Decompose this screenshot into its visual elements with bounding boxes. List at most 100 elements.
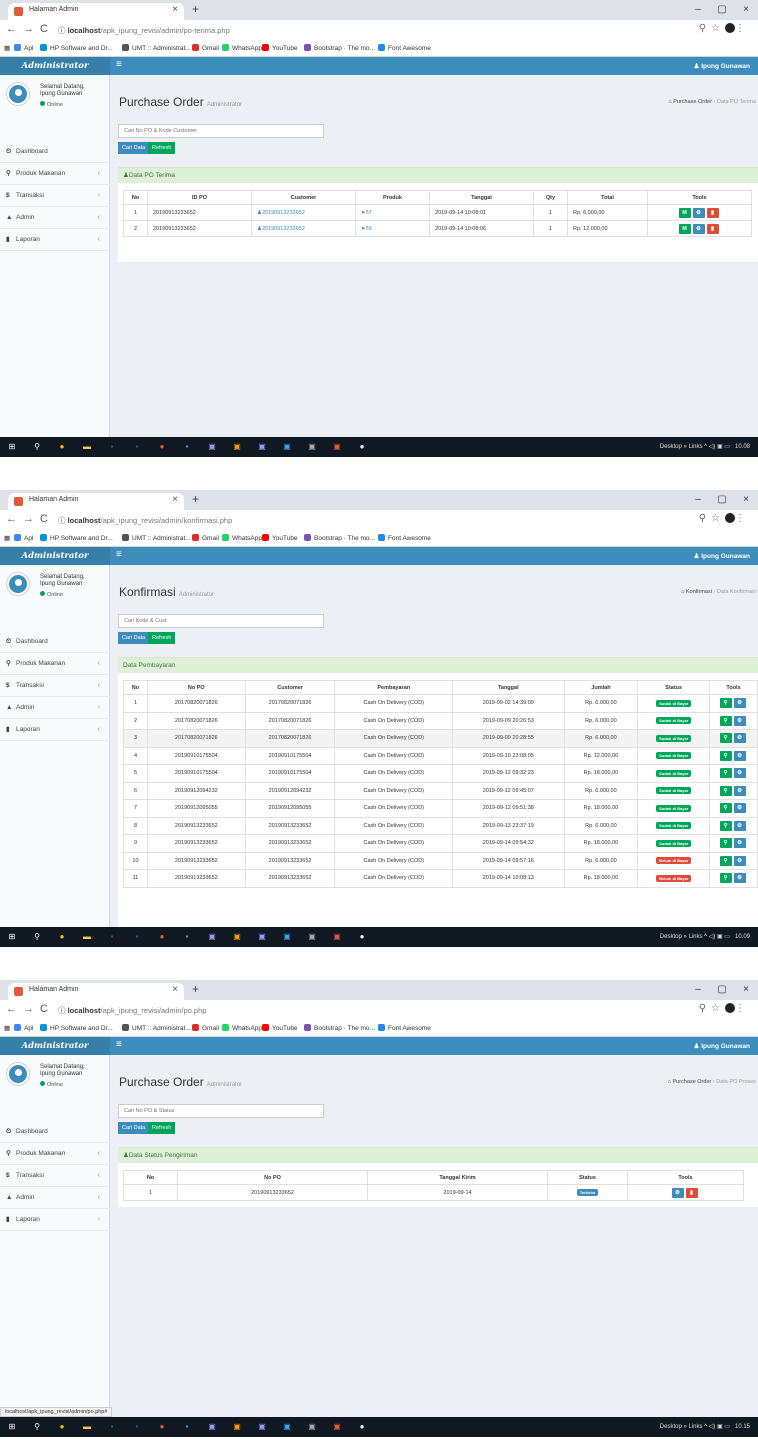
maximize-button[interactable]: ▢ [710, 490, 734, 510]
premiere-icon[interactable]: ▣ [206, 441, 218, 453]
user-menu[interactable]: ♟ Ipung Gunawan [694, 62, 750, 70]
bookmark-item[interactable]: HP Software and Dr... [40, 1024, 113, 1032]
aftereffects-icon[interactable]: ▣ [256, 1421, 268, 1433]
photoshop-icon[interactable]: ▣ [281, 1421, 293, 1433]
chrome-icon[interactable]: ● [56, 1421, 68, 1433]
app-icon[interactable]: ▪ [181, 931, 193, 943]
refresh-button[interactable]: Refresh [148, 1122, 176, 1134]
user-menu[interactable]: ♟ Ipung Gunawan [694, 1042, 750, 1050]
edit-icon[interactable]: ⚙ [733, 873, 746, 884]
customer-link[interactable]: ♟20190913233652 [257, 210, 305, 216]
photoshop-icon[interactable]: ▣ [281, 441, 293, 453]
start-icon[interactable]: ⊞ [6, 441, 18, 453]
volume-icon[interactable]: ◁) [709, 1424, 716, 1430]
search-button[interactable]: Cari Data [118, 142, 150, 154]
bookmark-item[interactable]: Font Awesome [378, 534, 431, 542]
bookmark-item[interactable]: Gmail [192, 44, 219, 52]
search-icon[interactable]: ⚲ [31, 1421, 43, 1433]
explorer-icon[interactable]: ▬ [81, 1421, 93, 1433]
browser-tab[interactable]: Halaman Admin × [8, 983, 184, 1000]
zoom-icon[interactable]: ⚲ [699, 1003, 711, 1014]
bookmark-item[interactable]: Bootstrap · The mo... [304, 44, 375, 52]
refresh-button[interactable]: Refresh [148, 632, 176, 644]
apps-grid-icon[interactable]: ▦ [4, 44, 10, 52]
nav-buttons[interactable]: ←→C [6, 513, 54, 525]
edit-icon[interactable]: ⚙ [733, 698, 746, 709]
refresh-button[interactable]: Refresh [148, 142, 176, 154]
window-close-button[interactable]: × [734, 0, 758, 20]
nav-buttons[interactable]: ←→C [6, 23, 54, 35]
delete-icon[interactable]: ▮ [685, 1187, 698, 1198]
zoom-icon[interactable]: ⚲ [699, 513, 711, 524]
app-icon[interactable]: ● [156, 931, 168, 943]
sidebar-item[interactable]: $ Transaksi ‹ [0, 185, 110, 207]
star-icon[interactable]: ☆ [711, 1003, 725, 1014]
close-tab-icon[interactable]: × [172, 984, 178, 995]
edit-icon[interactable]: ⚙ [733, 855, 746, 866]
bookmark-item[interactable]: UMT :: Administrat... [122, 44, 191, 52]
sidebar-item[interactable]: ▮ Laporan ‹ [0, 229, 110, 251]
search-button[interactable]: Cari Data [118, 632, 150, 644]
chevron-up-icon[interactable]: ^ [704, 934, 707, 940]
new-tab-button[interactable]: + [192, 492, 199, 506]
delete-icon[interactable]: ▮ [706, 223, 719, 234]
app-icon[interactable]: ● [356, 931, 368, 943]
clock[interactable]: 10.15 [735, 1424, 750, 1430]
app-logo[interactable]: Administrator [0, 1037, 110, 1055]
app-icon[interactable]: ▣ [331, 441, 343, 453]
edit-icon[interactable]: ⚙ [692, 207, 705, 218]
app-logo[interactable]: Administrator [0, 547, 110, 565]
edit-icon[interactable]: ⚙ [692, 223, 705, 234]
view-icon[interactable]: ⚲ [719, 855, 732, 866]
app-icon[interactable]: ▣ [331, 931, 343, 943]
url-field[interactable]: ⓘ localhost/apk_ipung_revisi/admin/konfi… [58, 515, 232, 526]
view-icon[interactable]: ⚲ [719, 715, 732, 726]
view-icon[interactable]: ⚲ [719, 733, 732, 744]
user-menu[interactable]: ♟ Ipung Gunawan [694, 552, 750, 560]
edit-icon[interactable]: ⚙ [733, 750, 746, 761]
edit-icon[interactable]: ⚙ [671, 1187, 684, 1198]
bookmark-item[interactable]: Gmail [192, 1024, 219, 1032]
bookmark-item[interactable]: YouTube [262, 44, 298, 52]
bookmark-item[interactable]: YouTube [262, 534, 298, 542]
app-icon[interactable]: ● [156, 441, 168, 453]
excel-icon[interactable]: ▪ [106, 931, 118, 943]
proses-button[interactable]: M [678, 223, 691, 234]
edit-icon[interactable]: ⚙ [733, 838, 746, 849]
edit-icon[interactable]: ⚙ [733, 768, 746, 779]
clock[interactable]: 10.08 [735, 444, 750, 450]
bookmark-item[interactable]: UMT :: Administrat... [122, 534, 191, 542]
window-close-button[interactable]: × [734, 490, 758, 510]
delete-icon[interactable]: ▮ [706, 207, 719, 218]
search-input[interactable] [118, 1104, 324, 1118]
sidebar-item[interactable]: ⏲ Dashboard [0, 141, 110, 163]
minimize-button[interactable]: – [686, 980, 710, 1000]
search-button[interactable]: Cari Data [118, 1122, 150, 1134]
word-icon[interactable]: ▪ [131, 931, 143, 943]
minimize-button[interactable]: – [686, 0, 710, 20]
apps-grid-icon[interactable]: ▦ [4, 534, 10, 542]
view-icon[interactable]: ⚲ [719, 803, 732, 814]
view-icon[interactable]: ⚲ [719, 820, 732, 831]
view-icon[interactable]: ⚲ [719, 785, 732, 796]
excel-icon[interactable]: ▪ [106, 441, 118, 453]
illustrator-icon[interactable]: ▣ [231, 441, 243, 453]
sidebar-item[interactable]: ▮ Laporan ‹ [0, 1209, 110, 1231]
bookmark-item[interactable]: Font Awesome [378, 44, 431, 52]
word-icon[interactable]: ▪ [131, 441, 143, 453]
search-icon[interactable]: ⚲ [31, 441, 43, 453]
bookmark-item[interactable]: WhatsApp [222, 44, 262, 52]
edit-icon[interactable]: ⚙ [733, 715, 746, 726]
browser-tab[interactable]: Halaman Admin × [8, 3, 184, 20]
bookmark-item[interactable]: Bootstrap · The mo... [304, 534, 375, 542]
edit-icon[interactable]: ⚙ [733, 733, 746, 744]
view-icon[interactable]: ⚲ [719, 750, 732, 761]
illustrator-icon[interactable]: ▣ [231, 1421, 243, 1433]
sidebar-item[interactable]: $ Transaksi ‹ [0, 1165, 110, 1187]
bookmark-item[interactable]: Apl [14, 534, 33, 542]
profile-icon[interactable] [725, 23, 735, 34]
profile-icon[interactable] [725, 513, 735, 524]
bookmark-item[interactable]: UMT :: Administrat... [122, 1024, 191, 1032]
notification-icon[interactable]: ▣ [717, 1424, 723, 1430]
maximize-button[interactable]: ▢ [710, 980, 734, 1000]
